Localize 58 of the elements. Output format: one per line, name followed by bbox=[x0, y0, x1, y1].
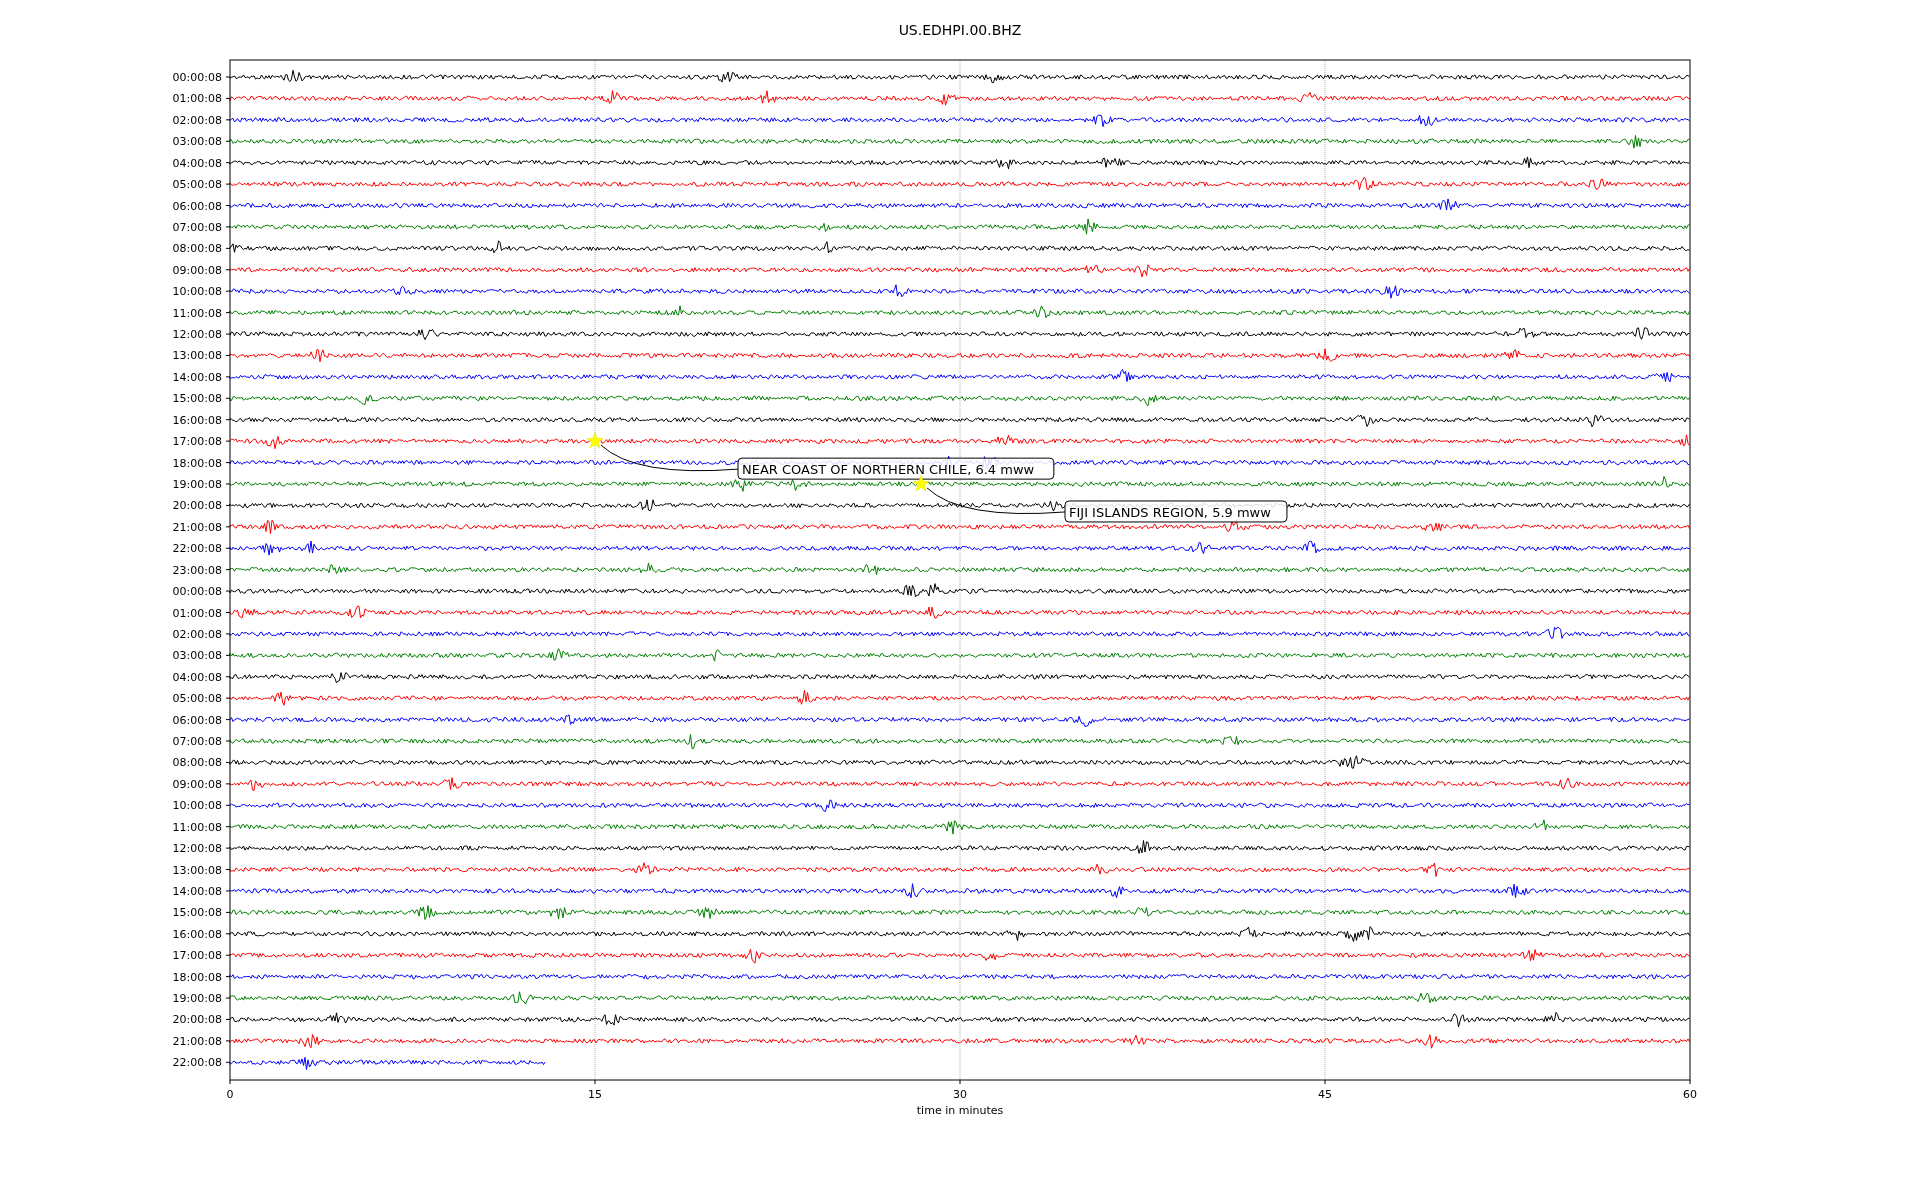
row-time-label: 20:00:08 bbox=[172, 1013, 222, 1027]
row-time-label: 23:00:08 bbox=[172, 563, 222, 577]
row-time-label: 13:00:08 bbox=[172, 349, 222, 363]
row-time-label: 02:00:08 bbox=[172, 627, 222, 641]
row-time-label: 01:00:08 bbox=[172, 92, 222, 106]
row-time-label: 06:00:08 bbox=[172, 713, 222, 727]
x-axis-label: time in minutes bbox=[916, 1104, 1004, 1117]
row-time-label: 17:00:08 bbox=[172, 949, 222, 963]
row-time-label: 15:00:08 bbox=[172, 392, 222, 406]
row-time-label: 09:00:08 bbox=[172, 263, 222, 277]
plot-title: US.EDHPI.00.BHZ bbox=[898, 22, 1022, 38]
row-time-label: 20:00:08 bbox=[172, 499, 222, 513]
row-time-label: 21:00:08 bbox=[172, 1034, 222, 1048]
row-time-label: 07:00:08 bbox=[172, 220, 222, 234]
row-time-label: 22:00:08 bbox=[172, 1056, 222, 1070]
row-time-label: 14:00:08 bbox=[172, 884, 222, 898]
row-time-label: 13:00:08 bbox=[172, 863, 222, 877]
row-time-label: 18:00:08 bbox=[172, 456, 222, 470]
row-time-label: 09:00:08 bbox=[172, 777, 222, 791]
x-tick-label: 30 bbox=[953, 1088, 967, 1101]
row-time-label: 19:00:08 bbox=[172, 478, 222, 491]
row-time-label: 11:00:08 bbox=[172, 306, 222, 320]
event-label: NEAR COAST OF NORTHERN CHILE, 6.4 mww bbox=[737, 457, 1055, 480]
row-time-label: 08:00:08 bbox=[172, 242, 222, 256]
row-time-label: 04:00:08 bbox=[172, 156, 222, 170]
row-time-label: 16:00:08 bbox=[172, 413, 222, 427]
row-time-label: 12:00:08 bbox=[172, 328, 222, 342]
row-time-label: 05:00:08 bbox=[172, 178, 222, 192]
x-tick-label: 15 bbox=[588, 1088, 602, 1101]
row-time-label: 00:00:08 bbox=[172, 585, 222, 599]
row-time-label: 00:00:08 bbox=[172, 71, 222, 84]
row-time-label: 10:00:08 bbox=[172, 285, 222, 299]
row-time-label: 22:00:08 bbox=[172, 542, 222, 556]
row-time-label: 05:00:08 bbox=[172, 692, 222, 706]
row-time-label: 15:00:08 bbox=[172, 906, 222, 920]
row-time-label: 08:00:08 bbox=[172, 756, 222, 770]
star-icon bbox=[586, 432, 604, 449]
row-time-label: 06:00:08 bbox=[172, 199, 222, 213]
row-time-label: 11:00:08 bbox=[172, 820, 222, 834]
row-time-label: 16:00:08 bbox=[172, 927, 222, 941]
row-time-label: 07:00:08 bbox=[172, 735, 222, 748]
row-time-label: 04:00:08 bbox=[172, 670, 222, 684]
row-time-label: 18:00:08 bbox=[172, 970, 222, 984]
row-time-label: 02:00:08 bbox=[172, 113, 222, 127]
row-time-label: 01:00:08 bbox=[172, 606, 222, 620]
row-time-label: 17:00:08 bbox=[172, 435, 222, 449]
row-time-label: 03:00:08 bbox=[172, 649, 222, 663]
x-tick-label: 45 bbox=[1318, 1088, 1332, 1101]
row-time-label: 21:00:08 bbox=[172, 520, 222, 534]
x-tick-label: 0 bbox=[226, 1088, 234, 1101]
row-time-label: 14:00:08 bbox=[172, 370, 222, 384]
x-tick-label: 60 bbox=[1683, 1088, 1697, 1101]
event-label: FIJI ISLANDS REGION, 5.9 mww bbox=[1064, 500, 1288, 523]
row-time-label: 12:00:08 bbox=[172, 842, 222, 856]
star-icon bbox=[912, 475, 930, 492]
row-time-label: 19:00:08 bbox=[172, 992, 222, 1006]
row-time-label: 03:00:08 bbox=[172, 135, 222, 149]
row-time-label: 10:00:08 bbox=[172, 799, 222, 813]
